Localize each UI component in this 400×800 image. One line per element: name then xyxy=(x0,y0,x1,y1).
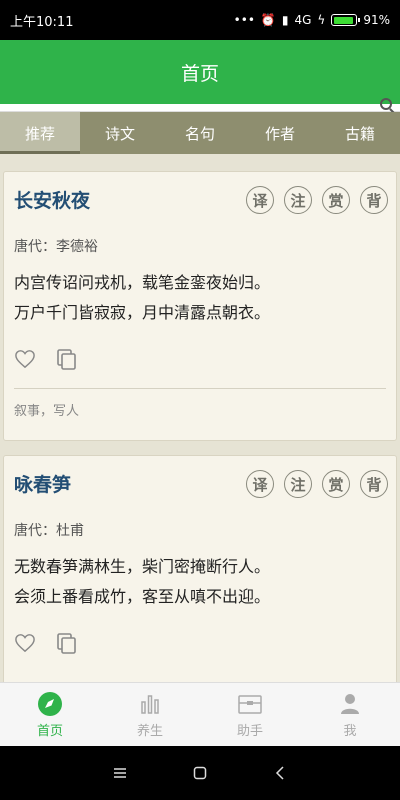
bottom-nav: 首页 养生 助手 我 xyxy=(0,682,400,746)
person-icon xyxy=(337,691,363,717)
nav-label: 首页 xyxy=(36,723,63,739)
network-label: 4G xyxy=(294,13,312,27)
app-header: 首页 xyxy=(0,40,400,104)
signal-icon: ▮ xyxy=(281,13,289,27)
nav-health[interactable]: 养生 xyxy=(100,683,200,746)
compass-icon xyxy=(37,691,63,717)
poem-line: 会须上番看成竹，客至从嗔不出迎。 xyxy=(14,587,271,606)
poem-list[interactable]: 长安秋夜 译 注 赏 背 唐代：李德裕 内宫传诏问戎机，载笔金銮夜始归。 万户千… xyxy=(0,154,400,682)
poem-tools: 译 注 赏 背 xyxy=(246,186,388,214)
tab-label: 推荐 xyxy=(24,124,55,143)
poem-line: 内宫传诏问戎机，载笔金銮夜始归。 xyxy=(14,273,271,292)
page-title: 首页 xyxy=(180,62,219,85)
menu-icon[interactable] xyxy=(110,763,130,783)
card-divider xyxy=(14,388,386,389)
tab-label: 名句 xyxy=(184,124,215,143)
tab-recommend[interactable]: 推荐 xyxy=(0,112,80,154)
nav-home[interactable]: 首页 xyxy=(0,683,100,746)
system-nav-bar xyxy=(0,746,400,800)
poem-author[interactable]: 唐代：杜甫 xyxy=(14,520,84,540)
nav-assistant[interactable]: 助手 xyxy=(200,683,300,746)
heart-icon[interactable] xyxy=(14,348,36,370)
home-icon[interactable] xyxy=(190,763,210,783)
copy-icon[interactable] xyxy=(56,632,78,654)
nav-label: 养生 xyxy=(136,723,163,739)
poem-tools: 译 注 赏 背 xyxy=(246,470,388,498)
poem-title[interactable]: 咏春笋 xyxy=(14,470,71,497)
battery-level xyxy=(333,16,353,24)
tab-classics[interactable]: 古籍 xyxy=(320,112,400,154)
tab-authors[interactable]: 作者 xyxy=(240,112,320,154)
poem-line: 无数春笋满林生，柴门密掩断行人。 xyxy=(14,557,271,576)
appreciate-button[interactable]: 赏 xyxy=(322,186,350,214)
annotate-button[interactable]: 注 xyxy=(284,470,312,498)
tab-label: 诗文 xyxy=(104,124,135,143)
back-icon[interactable] xyxy=(270,763,290,783)
tab-poems[interactable]: 诗文 xyxy=(80,112,160,154)
toolbox-icon xyxy=(237,691,263,717)
status-icons: ••• ⏰ ▮ 4G ϟ 91% xyxy=(234,13,390,27)
search-bar[interactable] xyxy=(0,98,400,112)
translate-button[interactable]: 译 xyxy=(246,186,274,214)
nav-label: 我 xyxy=(343,723,357,739)
battery-percent: 91% xyxy=(363,13,390,27)
poem-card[interactable]: 咏春笋 译 注 赏 背 唐代：杜甫 无数春笋满林生，柴门密掩断行人。 会须上番看… xyxy=(3,455,397,682)
poem-tags[interactable]: 叙事，写人 xyxy=(14,400,79,419)
annotate-button[interactable]: 注 xyxy=(284,186,312,214)
poem-title[interactable]: 长安秋夜 xyxy=(14,186,90,213)
poem-body: 无数春笋满林生，柴门密掩断行人。 会须上番看成竹，客至从嗔不出迎。 xyxy=(14,552,270,612)
search-icon[interactable] xyxy=(380,98,392,110)
charging-icon: ϟ xyxy=(317,13,326,27)
status-bar: 上午10:11 ••• ⏰ ▮ 4G ϟ 91% xyxy=(0,0,400,40)
tab-label: 作者 xyxy=(264,124,295,143)
nav-profile[interactable]: 我 xyxy=(300,683,400,746)
battery-icon xyxy=(331,14,361,26)
category-tabs: 推荐 诗文 名句 作者 古籍 xyxy=(0,112,400,154)
copy-icon[interactable] xyxy=(56,348,78,370)
nav-label: 助手 xyxy=(236,723,263,739)
alarm-icon: ⏰ xyxy=(260,13,276,27)
recite-button[interactable]: 背 xyxy=(360,470,388,498)
poem-line: 万户千门皆寂寂，月中清露点朝衣。 xyxy=(14,303,271,322)
appreciate-button[interactable]: 赏 xyxy=(322,470,350,498)
notification-dots: ••• xyxy=(233,13,255,27)
poem-body: 内宫传诏问戎机，载笔金銮夜始归。 万户千门皆寂寂，月中清露点朝衣。 xyxy=(14,268,270,328)
heart-icon[interactable] xyxy=(14,632,36,654)
card-actions xyxy=(14,632,78,654)
poem-author[interactable]: 唐代：李德裕 xyxy=(14,236,98,256)
tab-quotes[interactable]: 名句 xyxy=(160,112,240,154)
translate-button[interactable]: 译 xyxy=(246,470,274,498)
recite-button[interactable]: 背 xyxy=(360,186,388,214)
tab-label: 古籍 xyxy=(344,124,375,143)
bar-chart-icon xyxy=(137,691,163,717)
card-actions xyxy=(14,348,78,370)
poem-card[interactable]: 长安秋夜 译 注 赏 背 唐代：李德裕 内宫传诏问戎机，载笔金銮夜始归。 万户千… xyxy=(3,171,397,441)
status-time: 上午10:11 xyxy=(10,14,74,30)
